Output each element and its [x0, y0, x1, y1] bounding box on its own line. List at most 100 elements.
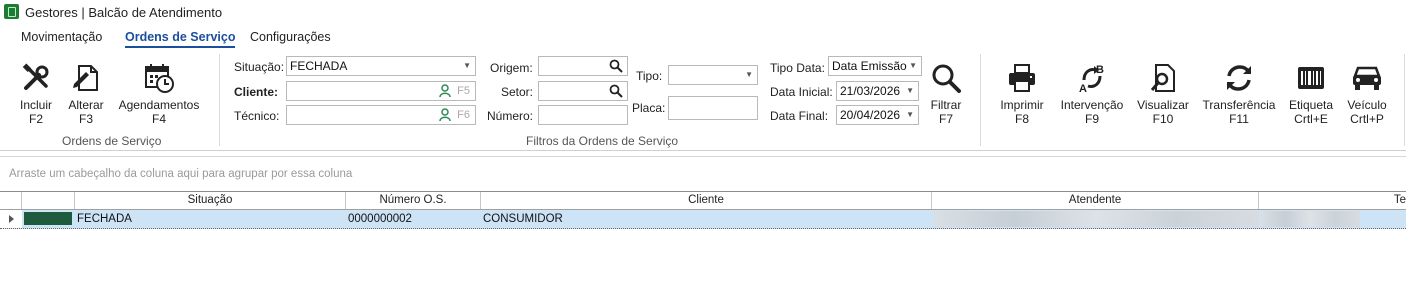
tab-movimentacao[interactable]: Movimentação: [21, 30, 102, 44]
printer-icon: [1009, 64, 1035, 92]
group-divider: [219, 54, 220, 146]
intervencao-button[interactable]: B A Intervenção F9: [1059, 62, 1125, 126]
filtrar-button[interactable]: Filtrar F7: [926, 62, 966, 126]
situacao-label: Situação:: [234, 60, 285, 74]
placa-field[interactable]: [668, 96, 758, 120]
group-divider: [980, 54, 981, 146]
filtrar-key: F7: [938, 112, 953, 126]
cliente-field[interactable]: F5: [286, 81, 476, 101]
data-final-label: Data Final:: [770, 109, 829, 123]
group-by-panel[interactable]: Arraste um cabeçalho da coluna aqui para…: [0, 156, 1406, 191]
numero-label: Número:: [487, 109, 534, 123]
column-header-te[interactable]: Te: [1259, 192, 1406, 209]
column-header-cliente[interactable]: Cliente: [481, 192, 932, 209]
tecnico-field[interactable]: F6: [286, 105, 476, 125]
alterar-key: F3: [78, 112, 93, 126]
visualizar-label: Visualizar: [1137, 98, 1189, 112]
cell-situacao: FECHADA: [77, 213, 132, 225]
row-focus-arrow-icon: [0, 210, 22, 228]
transferencia-label: Transferência: [1202, 98, 1276, 112]
search-icon[interactable]: [609, 84, 623, 98]
chevron-down-icon: ▼: [745, 70, 753, 79]
visualizar-button[interactable]: Visualizar F10: [1136, 62, 1190, 126]
agendamentos-key: F4: [151, 112, 166, 126]
tecnico-shortcut: F6: [457, 109, 470, 121]
tipo-data-select[interactable]: Data Emissão ▼: [828, 56, 922, 76]
tecnico-label: Técnico:: [234, 109, 280, 123]
column-header-atendente[interactable]: Atendente: [932, 192, 1259, 209]
chevron-down-icon: ▼: [906, 86, 914, 95]
tools-icon: [22, 63, 49, 90]
cell-numero-os: 0000000002: [348, 213, 412, 225]
calendar-clock-icon: [145, 64, 174, 93]
person-search-icon[interactable]: [439, 84, 453, 98]
row-indicator-header: [0, 192, 22, 209]
column-header-numero-os[interactable]: Número O.S.: [346, 192, 481, 209]
data-final-value: 20/04/2026: [840, 108, 901, 122]
origem-field[interactable]: [538, 56, 628, 76]
agendamentos-button[interactable]: Agendamentos F4: [116, 62, 202, 126]
tipo-label: Tipo:: [636, 69, 663, 83]
alterar-button[interactable]: Alterar F3: [64, 62, 108, 126]
group-by-hint: Arraste um cabeçalho da coluna aqui para…: [9, 168, 353, 180]
chevron-down-icon: ▼: [906, 110, 914, 119]
placa-label: Placa:: [632, 101, 666, 115]
cell-te-redacted: [1260, 211, 1360, 227]
etiqueta-button[interactable]: Etiqueta Crtl+E: [1288, 62, 1334, 126]
alterar-label: Alterar: [68, 98, 104, 112]
imprimir-key: F8: [1014, 112, 1029, 126]
intervencao-key: F9: [1084, 112, 1099, 126]
origem-label: Origem:: [490, 61, 533, 75]
person-search-icon[interactable]: [439, 108, 453, 122]
column-header-situacao[interactable]: Situação: [75, 192, 346, 209]
chevron-down-icon: ▼: [463, 61, 471, 70]
data-inicial-picker[interactable]: 21/03/2026 ▼: [836, 81, 919, 101]
veiculo-key: Crtl+P: [1350, 112, 1384, 126]
car-icon: [1353, 66, 1381, 90]
app-logo-icon: [4, 4, 19, 19]
data-final-picker[interactable]: 20/04/2026 ▼: [836, 105, 919, 125]
transferencia-button[interactable]: Transferência F11: [1202, 62, 1276, 126]
tipo-data-value: Data Emissão: [832, 59, 907, 73]
agendamentos-label: Agendamentos: [118, 98, 200, 112]
imprimir-label: Imprimir: [1000, 98, 1044, 112]
tipo-select[interactable]: ▼: [668, 65, 758, 85]
numero-field[interactable]: [538, 105, 628, 125]
status-color-swatch: [24, 212, 72, 225]
ribbon: Incluir F2 Alterar F3 Agendamentos F4 Or…: [0, 52, 1406, 150]
imprimir-button[interactable]: Imprimir F8: [997, 62, 1047, 126]
intervencao-label: Intervenção: [1060, 98, 1124, 112]
data-inicial-value: 21/03/2026: [840, 84, 901, 98]
filtrar-label: Filtrar: [930, 98, 962, 112]
setor-field[interactable]: [538, 81, 628, 101]
edit-document-icon: [73, 65, 98, 91]
group-label-filtros: Filtros da Ordens de Serviço: [526, 134, 679, 148]
tipo-data-label: Tipo Data:: [770, 61, 825, 75]
incluir-label: Incluir: [19, 98, 52, 112]
cliente-label: Cliente:: [234, 85, 279, 99]
svg-text:A: A: [1079, 83, 1087, 94]
chevron-down-icon: ▼: [909, 61, 917, 70]
search-icon: [932, 64, 961, 93]
group-divider: [1404, 54, 1405, 146]
tab-configuracoes[interactable]: Configurações: [250, 30, 331, 44]
situacao-value: FECHADA: [290, 59, 348, 73]
setor-label: Setor:: [501, 85, 534, 99]
situacao-select[interactable]: FECHADA ▼: [286, 56, 476, 76]
etiqueta-key: Crtl+E: [1294, 112, 1328, 126]
preview-document-icon: [1150, 64, 1175, 92]
group-label-ordens: Ordens de Serviço: [62, 134, 162, 148]
window-title: Gestores | Balcão de Atendimento: [25, 5, 223, 20]
barcode-label-icon: [1298, 67, 1324, 89]
incluir-button[interactable]: Incluir F2: [14, 62, 58, 126]
tab-ordens-de-servico[interactable]: Ordens de Serviço: [125, 30, 236, 48]
table-row[interactable]: FECHADA 0000000002 CONSUMIDOR: [0, 210, 1406, 229]
search-icon[interactable]: [609, 59, 623, 73]
refresh-icon: [1227, 65, 1251, 91]
transferencia-key: F11: [1229, 112, 1249, 126]
veiculo-label: Veículo: [1347, 98, 1387, 112]
status-color-header[interactable]: [22, 192, 75, 209]
cell-cliente: CONSUMIDOR: [483, 213, 563, 225]
incluir-key: F2: [28, 112, 43, 126]
veiculo-button[interactable]: Veículo Crtl+P: [1344, 62, 1390, 126]
